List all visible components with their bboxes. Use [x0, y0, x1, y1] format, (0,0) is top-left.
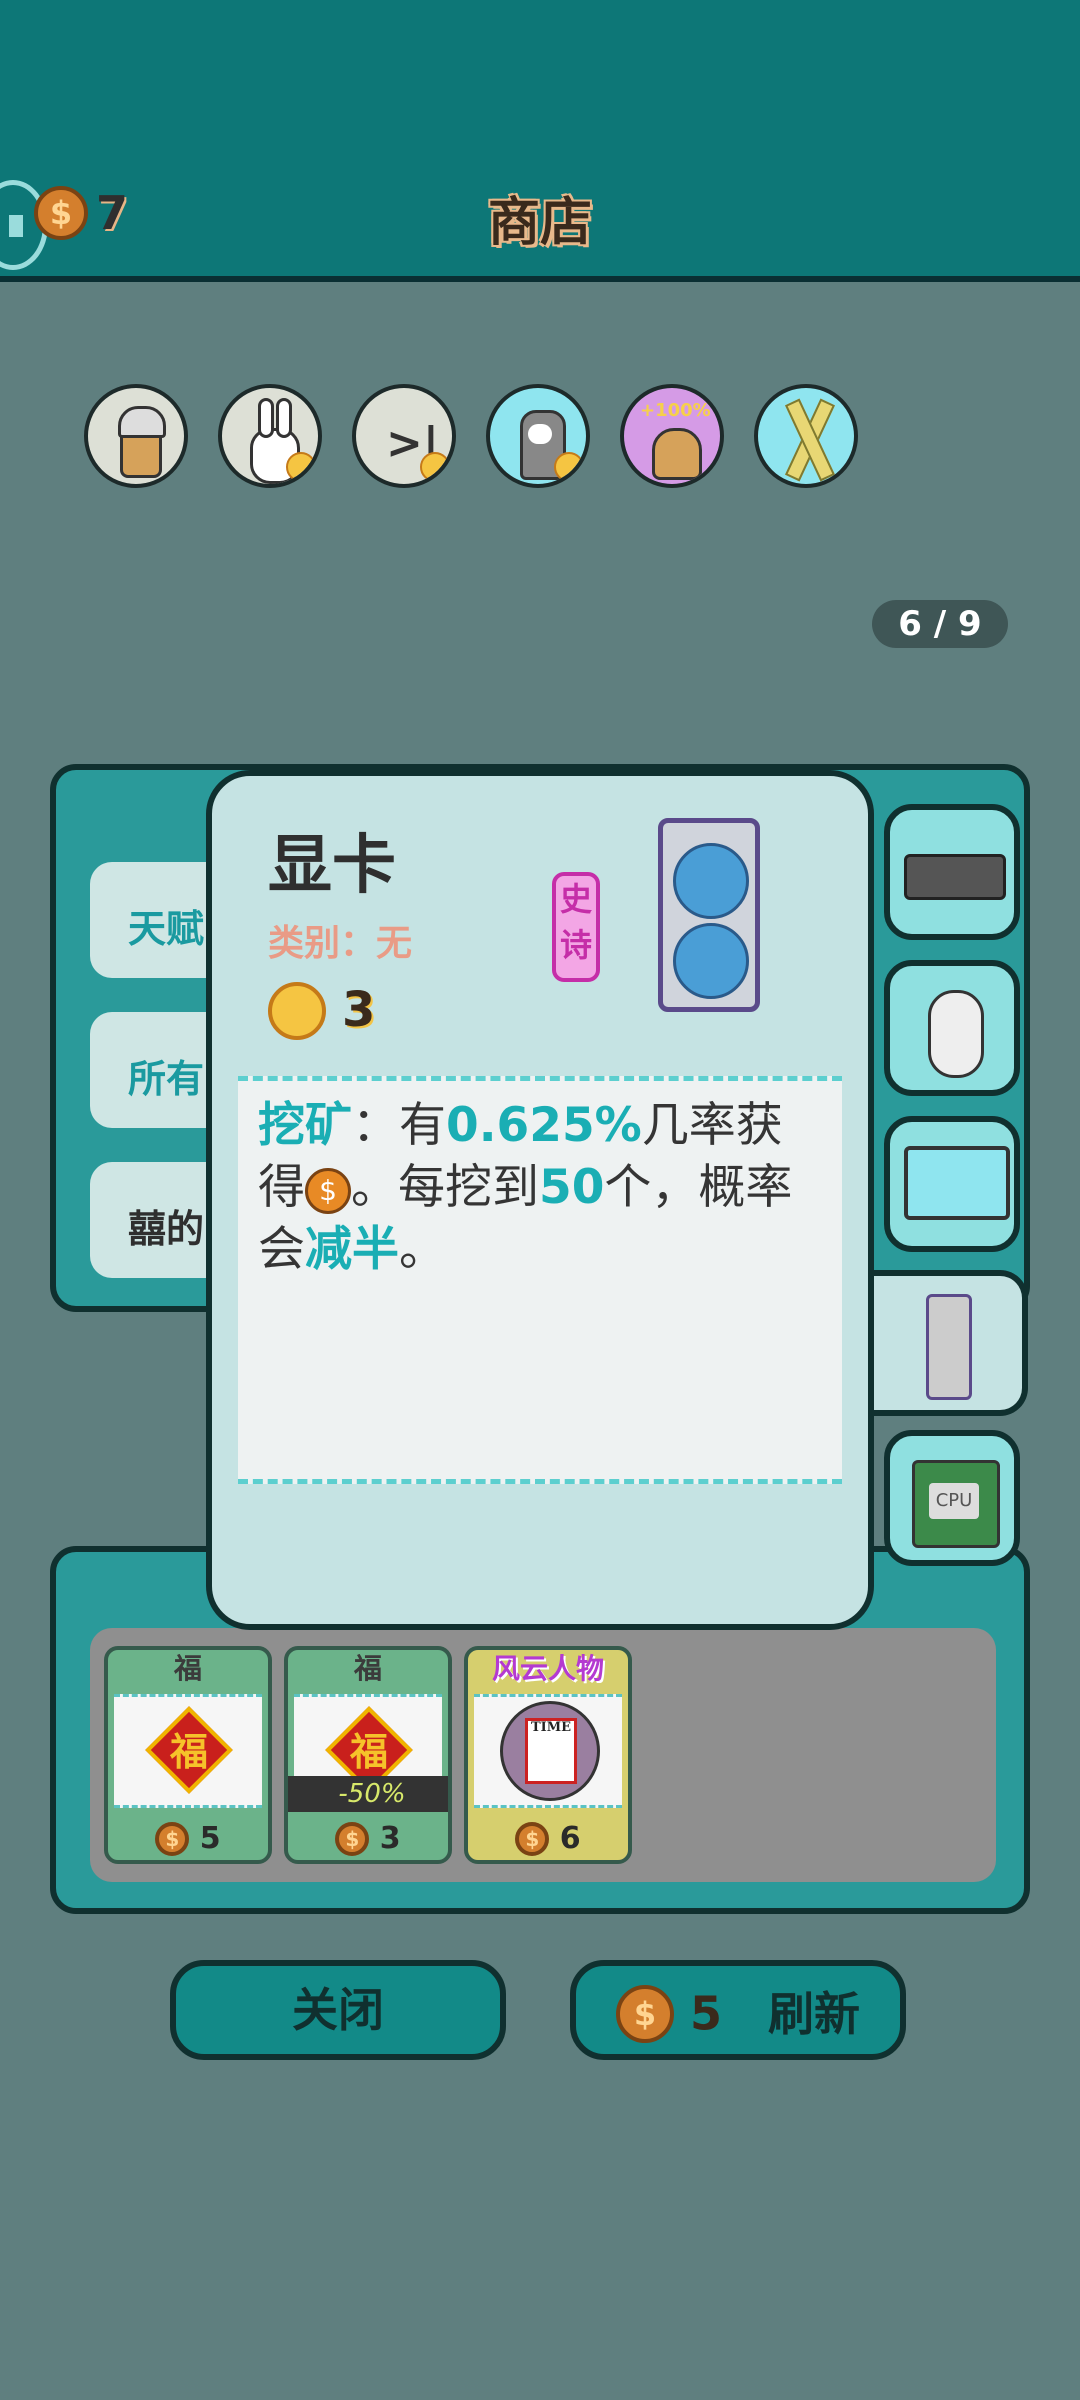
item-name: 显卡	[268, 829, 396, 903]
item-title: 福	[173, 1652, 202, 1685]
skip-icon[interactable]: >|	[352, 384, 456, 488]
bonus-badge: +100%	[640, 400, 711, 421]
page-indicator: 6 / 9	[872, 600, 1008, 648]
item-title: 风云人物	[491, 1652, 604, 1685]
item-price: 5	[199, 1821, 221, 1856]
page-title: 商店	[487, 193, 592, 253]
graphics-card-icon	[658, 818, 760, 1012]
coin-icon: $	[305, 1167, 351, 1214]
crossed-straws-icon[interactable]	[754, 384, 858, 488]
coin-icon: $	[615, 1984, 674, 2043]
item-category: 类别：无	[268, 923, 413, 964]
white-rabbit-icon[interactable]	[218, 384, 322, 488]
coin-icon: $	[515, 1821, 550, 1856]
coin-icon: $	[335, 1821, 370, 1856]
shop-item[interactable]: 风云人物 TIME $ 6	[464, 1646, 632, 1864]
husky-dog-icon[interactable]	[486, 384, 590, 488]
close-button[interactable]: 关闭	[170, 1960, 506, 2060]
cpu-icon: CPU	[912, 1460, 1000, 1548]
tab-mouse[interactable]	[884, 960, 1020, 1096]
desc-chance: 0.625%	[446, 1098, 642, 1153]
item-price: 3	[379, 1821, 401, 1856]
time-magazine-icon: TIME	[500, 1701, 600, 1801]
tab-graphics-card[interactable]	[868, 1270, 1028, 1416]
bubble-tea-plus-icon[interactable]: +100%	[620, 384, 724, 488]
heart-coin-icon	[286, 452, 316, 482]
tab-monitor[interactable]	[884, 1116, 1020, 1252]
heart-coin-icon	[420, 452, 450, 482]
monitor-icon	[904, 1146, 1010, 1220]
shop-item[interactable]: 福 福 -50% $ 3	[284, 1646, 452, 1864]
heart-coin-icon	[268, 982, 326, 1040]
mouse-icon	[928, 990, 984, 1078]
graphics-card-icon	[926, 1294, 972, 1400]
item-detail-card: 显卡 类别：无 史诗 3 挖矿：有0.625%几率获得 $ 。每挖到50个，概率会减…	[206, 770, 874, 1630]
desc-keyword: 挖矿	[258, 1098, 352, 1153]
shop-item[interactable]: 福 福 $ 5	[104, 1646, 272, 1864]
relic-bar: >| +100%	[84, 384, 864, 490]
rarity-badge: 史诗	[552, 872, 600, 982]
milk-tea-cup-icon[interactable]	[84, 384, 188, 488]
tab-cpu[interactable]: CPU	[884, 1430, 1020, 1566]
item-level: 3	[342, 982, 376, 1038]
refresh-label: 刷新	[768, 1986, 861, 2041]
desc-count: 50	[539, 1160, 605, 1215]
item-title: 福	[353, 1652, 382, 1685]
item-description: 挖矿：有0.625%几率获得 $ 。每挖到50个，概率会减半。	[238, 1076, 842, 1484]
desc-halve: 减半	[305, 1222, 399, 1277]
tab-keyboard[interactable]	[884, 804, 1020, 940]
discount-badge: -50%	[288, 1776, 448, 1812]
refresh-button[interactable]: $ 5 刷新	[570, 1960, 906, 2060]
keyboard-icon	[904, 854, 1006, 900]
coin-icon: $	[155, 1821, 190, 1856]
heart-coin-icon	[554, 452, 584, 482]
item-price: 6	[559, 1821, 581, 1856]
close-label: 关闭	[292, 1983, 384, 2037]
top-bar: $ 7 商店	[0, 0, 1080, 282]
refresh-cost: 5	[689, 1986, 722, 2041]
